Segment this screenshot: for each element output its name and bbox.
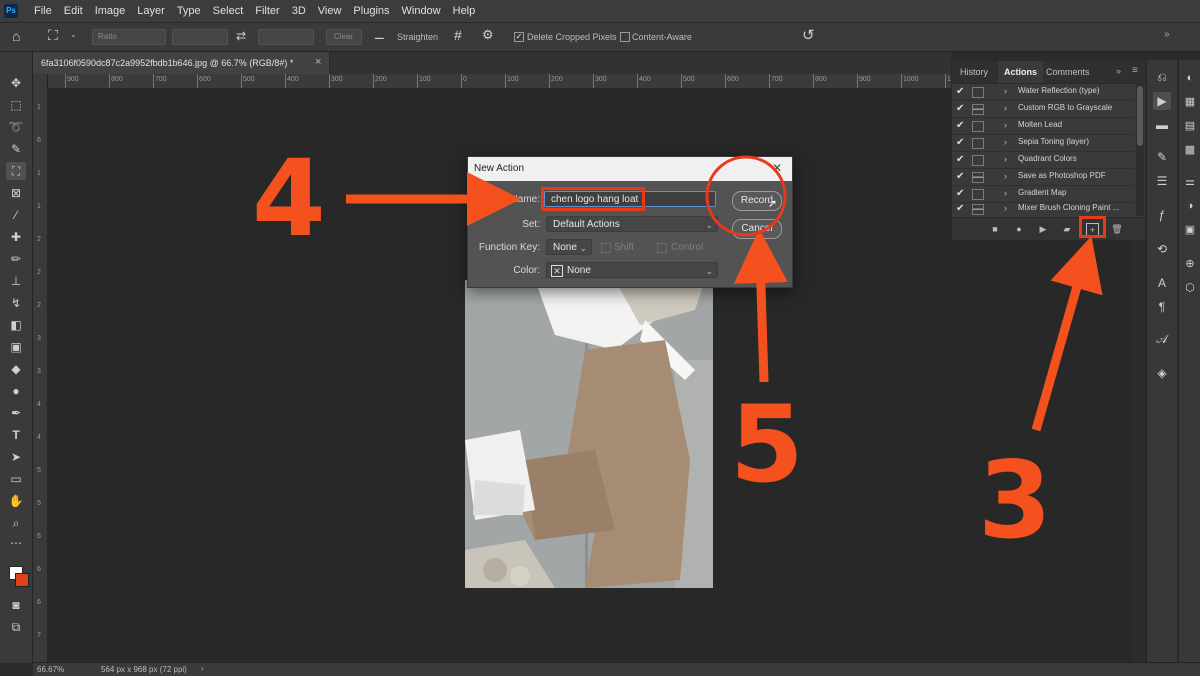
new-action-highlight	[1079, 216, 1106, 238]
step-number-5: 5	[730, 383, 804, 506]
record-highlight-circle	[705, 155, 787, 237]
annotation-overlay	[346, 155, 1103, 432]
step-number-4: 4	[252, 137, 326, 260]
step-number-3: 3	[978, 439, 1052, 562]
arrow-to-record-button	[733, 229, 788, 383]
arrow-to-new-action-button	[1031, 236, 1103, 432]
name-field-highlight	[541, 187, 645, 211]
